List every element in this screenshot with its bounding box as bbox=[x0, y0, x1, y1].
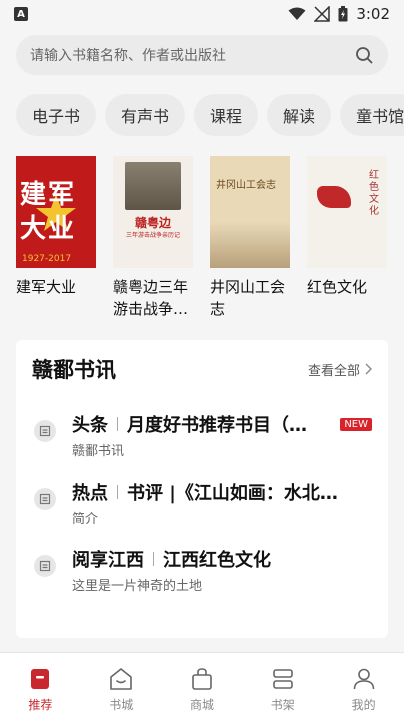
book-item[interactable]: 红色文化 红色文化 bbox=[307, 156, 387, 320]
news-card-header: 赣鄱书讯 查看全部 bbox=[32, 354, 372, 384]
document-icon bbox=[34, 555, 56, 577]
news-headline-row: 阅享江西 江西红色文化 bbox=[72, 545, 372, 573]
category-kids[interactable]: 童书馆 bbox=[340, 94, 404, 136]
news-separator bbox=[117, 485, 118, 499]
status-indicators: 3:02 bbox=[288, 5, 390, 23]
cover-title: 井冈山工会志 bbox=[216, 180, 276, 191]
document-icon bbox=[34, 488, 56, 510]
tab-label: 我的 bbox=[351, 698, 376, 712]
news-item[interactable]: 热点 书评 |《江山如画：水北… 简介 bbox=[32, 478, 372, 530]
chevron-right-icon bbox=[365, 363, 372, 375]
cover-years: 1927-2017 bbox=[22, 254, 72, 264]
search-icon[interactable] bbox=[354, 45, 374, 65]
tab-label: 商城 bbox=[189, 698, 214, 712]
book-title[interactable]: 红色文化 bbox=[307, 276, 387, 298]
book-list: 建军大业 1927-2017 建军大业 赣粤边 三年游击战争亲历记 赣粤边三年游… bbox=[16, 156, 404, 320]
book-cover[interactable]: 红色文化 bbox=[307, 156, 387, 268]
news-tag: 阅享江西 bbox=[72, 550, 144, 571]
tab-profile[interactable]: 我的 bbox=[323, 653, 404, 718]
bottom-tab-bar: 推荐 书城 商城 书架 我的 bbox=[0, 652, 404, 718]
category-ebook[interactable]: 电子书 bbox=[16, 94, 97, 136]
document-icon bbox=[34, 420, 56, 442]
cover-emblem bbox=[317, 186, 351, 208]
book-item[interactable]: 赣粤边 三年游击战争亲历记 赣粤边三年游击战争… bbox=[113, 156, 193, 320]
book-title[interactable]: 赣粤边三年游击战争… bbox=[113, 276, 193, 320]
category-bar: 电子书 有声书 课程 解读 童书馆 bbox=[16, 94, 404, 136]
news-headline-row: 头条 月度好书推荐书目（… NEW bbox=[72, 410, 372, 438]
news-headline-row: 热点 书评 |《江山如画：水北… bbox=[72, 478, 372, 506]
news-tag: 头条 bbox=[72, 415, 108, 436]
cover-title: 建军大业 bbox=[20, 180, 77, 244]
category-course[interactable]: 课程 bbox=[194, 94, 259, 136]
view-all-link[interactable]: 查看全部 bbox=[308, 360, 372, 379]
tab-label: 书架 bbox=[270, 698, 295, 712]
book-cover[interactable]: 建军大业 1927-2017 bbox=[16, 156, 96, 268]
news-subtitle: 简介 bbox=[72, 512, 99, 527]
news-card: 赣鄱书讯 查看全部 头条 月度好书推荐书目（… NEW 赣鄱书讯 热点 书评 |… bbox=[16, 340, 388, 638]
tab-shop[interactable]: 商城 bbox=[162, 653, 243, 718]
wifi-icon bbox=[288, 7, 306, 20]
news-tag: 热点 bbox=[72, 483, 108, 504]
status-time: 3:02 bbox=[356, 5, 390, 23]
bookstore-icon bbox=[110, 668, 132, 690]
news-headline: 江西红色文化 bbox=[163, 550, 271, 571]
book-cover[interactable]: 赣粤边 三年游击战争亲历记 bbox=[113, 156, 193, 268]
view-all-label: 查看全部 bbox=[307, 363, 360, 379]
news-separator bbox=[117, 417, 118, 431]
news-headline: 月度好书推荐书目（… bbox=[127, 415, 307, 436]
tab-label: 书城 bbox=[109, 698, 134, 712]
cover-title: 赣粤边 bbox=[134, 216, 171, 230]
news-headline: 书评 |《江山如画：水北… bbox=[127, 483, 338, 504]
tab-recommend[interactable]: 推荐 bbox=[0, 653, 81, 718]
shop-icon bbox=[192, 668, 212, 690]
app-notification-icon: A bbox=[14, 7, 28, 21]
category-audiobook[interactable]: 有声书 bbox=[105, 94, 186, 136]
book-title[interactable]: 建军大业 bbox=[16, 276, 96, 298]
cover-photo bbox=[125, 162, 181, 210]
tab-bookstore[interactable]: 书城 bbox=[81, 653, 162, 718]
book-item[interactable]: 建军大业 1927-2017 建军大业 bbox=[16, 156, 96, 320]
tab-bookshelf[interactable]: 书架 bbox=[242, 653, 323, 718]
news-section-title: 赣鄱书讯 bbox=[32, 358, 116, 382]
search-placeholder: 请输入书籍名称、作者或出版社 bbox=[30, 48, 226, 64]
book-cover[interactable]: 井冈山工会志 bbox=[210, 156, 290, 268]
news-item[interactable]: 头条 月度好书推荐书目（… NEW 赣鄱书讯 bbox=[32, 410, 372, 462]
search-input[interactable]: 请输入书籍名称、作者或出版社 bbox=[16, 35, 388, 75]
cover-title: 红色文化 bbox=[369, 170, 379, 217]
new-badge: NEW bbox=[340, 417, 372, 431]
news-separator bbox=[153, 552, 154, 566]
bookshelf-icon bbox=[272, 669, 293, 689]
cover-subtitle: 三年游击战争亲历记 bbox=[125, 232, 180, 239]
book-title[interactable]: 井冈山工会志 bbox=[210, 276, 290, 320]
profile-icon bbox=[353, 668, 374, 690]
tab-label: 推荐 bbox=[28, 698, 53, 712]
status-bar: A 3:02 bbox=[0, 0, 404, 28]
book-item[interactable]: 井冈山工会志 井冈山工会志 bbox=[210, 156, 290, 320]
cover-mountains bbox=[210, 222, 290, 268]
news-subtitle: 这里是一片神奇的土地 bbox=[72, 579, 203, 594]
no-signal-icon bbox=[314, 6, 331, 22]
recommend-icon bbox=[31, 669, 50, 689]
news-item[interactable]: 阅享江西 江西红色文化 这里是一片神奇的土地 bbox=[32, 545, 372, 597]
category-interpretation[interactable]: 解读 bbox=[267, 94, 332, 136]
news-subtitle: 赣鄱书讯 bbox=[72, 444, 125, 459]
battery-icon bbox=[338, 6, 348, 22]
